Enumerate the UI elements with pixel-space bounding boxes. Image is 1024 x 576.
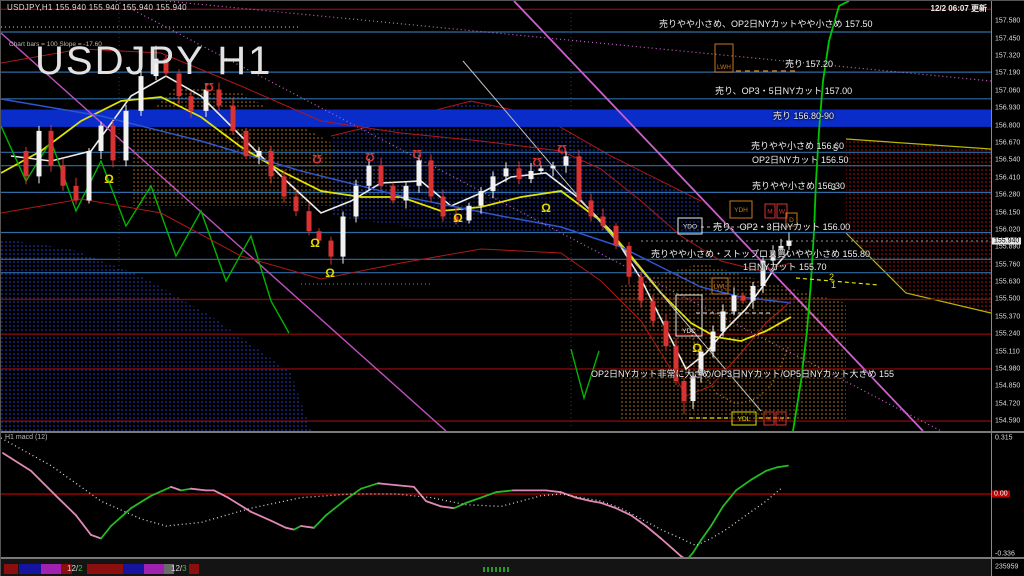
- svg-text:YDO: YDO: [683, 224, 697, 231]
- price-axis-label: 157.320: [995, 52, 1021, 60]
- price-axis-label: 156.150: [995, 209, 1021, 216]
- price-annotation: 1: [831, 280, 837, 290]
- price-axis-label: 154.980: [995, 365, 1021, 373]
- price-axis-label: 155.240: [995, 330, 1021, 338]
- timeline-session-block: [144, 564, 164, 574]
- svg-text:M: M: [766, 416, 771, 423]
- timeline-session-block: [41, 564, 61, 574]
- price-annotation: 3: [831, 182, 837, 192]
- svg-text:LWL: LWL: [714, 284, 727, 291]
- omega-buy-marker-icon: Ω: [325, 266, 335, 280]
- axis-corner-label: 235959: [995, 563, 1019, 571]
- price-axis-label: 155.760: [995, 261, 1021, 269]
- svg-text:YDC: YDC: [682, 328, 696, 335]
- chart-subtext: Chart bars = 100 Slope = -17.60: [9, 41, 102, 48]
- timeline-session-block: [87, 564, 123, 574]
- svg-text:W: W: [779, 209, 786, 216]
- price-axis-label: 155.630: [995, 278, 1021, 286]
- price-axis-label: 157.580: [995, 17, 1021, 25]
- macd-indicator-label: H1 macd (12): [5, 434, 48, 441]
- price-annotation: 1日NYカット 155.70: [743, 262, 827, 272]
- price-annotation: 売りやや小さめ 156.60: [751, 141, 845, 151]
- svg-text:YDL: YDL: [738, 416, 751, 423]
- price-annotation: 売りやや小さめ、OP2日NYカットやや小さめ 157.50: [659, 19, 873, 29]
- timeline-date-label[interactable]: 12/3: [171, 564, 187, 573]
- price-axis-label: 157.060: [995, 87, 1021, 95]
- timeline-green-ticks: [483, 567, 509, 572]
- price-annotation: 売り、OP3・5日NYカット 157.00: [715, 86, 853, 96]
- price-axis-label: 156.800: [995, 122, 1021, 130]
- omega-sell-marker-icon: Ω: [532, 155, 542, 169]
- omega-sell-marker-icon: Ω: [312, 152, 322, 166]
- price-axis-label: 154.850: [995, 382, 1021, 390]
- price-axis-label: 156.540: [995, 156, 1021, 164]
- price-annotation: OP2日NYカット非常に大きめ/OP3日NYカット/OP5日NYカット大きめ 1…: [591, 369, 895, 379]
- price-axis[interactable]: 157.580 157.450 157.320 157.190 157.060 156.9…: [991, 1, 1024, 576]
- svg-text:LWH: LWH: [717, 64, 731, 71]
- sell-band: [1, 109, 991, 127]
- current-price-tag: 155.940: [992, 237, 1022, 245]
- trading-chart-window: Ω Ω Ω Ω Ω Ω Ω Ω Ω Ω Ω Ω LWH YDH M W D YDO YDC LWL YDL M W USDJ…: [0, 0, 1024, 576]
- macd-axis-label: 0.315: [995, 434, 1013, 442]
- price-annotation: 売り、OP2・3日NYカット 156.00: [713, 222, 851, 232]
- main-chart-pane[interactable]: Ω Ω Ω Ω Ω Ω Ω Ω Ω Ω Ω Ω LWH YDH M W D YDO YDC LWL YDL M W USDJ…: [1, 1, 991, 432]
- price-axis-label: 156.020: [995, 226, 1021, 234]
- omega-buy-marker-icon: Ω: [453, 211, 463, 225]
- update-timestamp: 12/2 06:07 更新: [930, 4, 987, 13]
- price-axis-label: 156.670: [995, 139, 1021, 147]
- macd-signal-line: [1, 437, 784, 547]
- omega-sell-marker-icon: Ω: [412, 147, 422, 161]
- price-annotation: OP2日NYカット 156.50: [752, 155, 849, 165]
- price-annotation: 売りやや小さめ・ストップロス買いやや小さめ 155.80: [651, 249, 871, 259]
- timeline-bar[interactable]: 12/2 12/3: [1, 559, 991, 576]
- price-annotation: 売り 157.20: [785, 59, 834, 69]
- omega-sell-marker-icon: Ω: [557, 142, 567, 156]
- timeline-session-block: [4, 564, 18, 574]
- pane-separator[interactable]: [1, 431, 1024, 433]
- timeline-session-block: [123, 564, 144, 574]
- macd-main-line: [2, 452, 789, 558]
- omega-buy-marker-icon: Ω: [310, 236, 320, 250]
- price-axis-label: 155.890: [995, 243, 1021, 251]
- price-axis-label: 156.930: [995, 104, 1021, 112]
- price-annotation: 売り 156.80-90: [773, 111, 835, 121]
- symbol-info: USDJPY,H1 155.940 155.940 155.940 155.94…: [7, 3, 187, 12]
- price-axis-label: 157.450: [995, 35, 1021, 43]
- price-axis-label: 155.110: [995, 348, 1020, 355]
- omega-sell-marker-icon: Ω: [365, 150, 375, 164]
- price-axis-label: 155.370: [995, 313, 1021, 321]
- timeline-session-block: [19, 564, 41, 574]
- price-axis-label: 157.190: [995, 69, 1021, 77]
- svg-text:M: M: [767, 209, 772, 216]
- price-axis-label: 154.590: [995, 417, 1021, 425]
- price-axis-label: 156.280: [995, 191, 1021, 199]
- timeline-session-block: [189, 564, 199, 574]
- omega-buy-marker-icon: Ω: [541, 201, 551, 215]
- price-axis-label: 155.500: [995, 295, 1021, 303]
- omega-buy-marker-icon: Ω: [692, 341, 702, 355]
- price-axis-label: 156.410: [995, 174, 1021, 182]
- omega-buy-marker-icon: Ω: [104, 172, 114, 186]
- price-annotation: 5: [833, 143, 839, 153]
- timeline-date-label[interactable]: 12/2: [67, 564, 83, 573]
- macd-zero-tag: 0.00: [992, 490, 1010, 498]
- price-axis-label: 154.720: [995, 400, 1021, 408]
- macd-canvas[interactable]: [1, 433, 991, 558]
- svg-text:W: W: [778, 416, 785, 423]
- svg-text:YDH: YDH: [734, 207, 748, 214]
